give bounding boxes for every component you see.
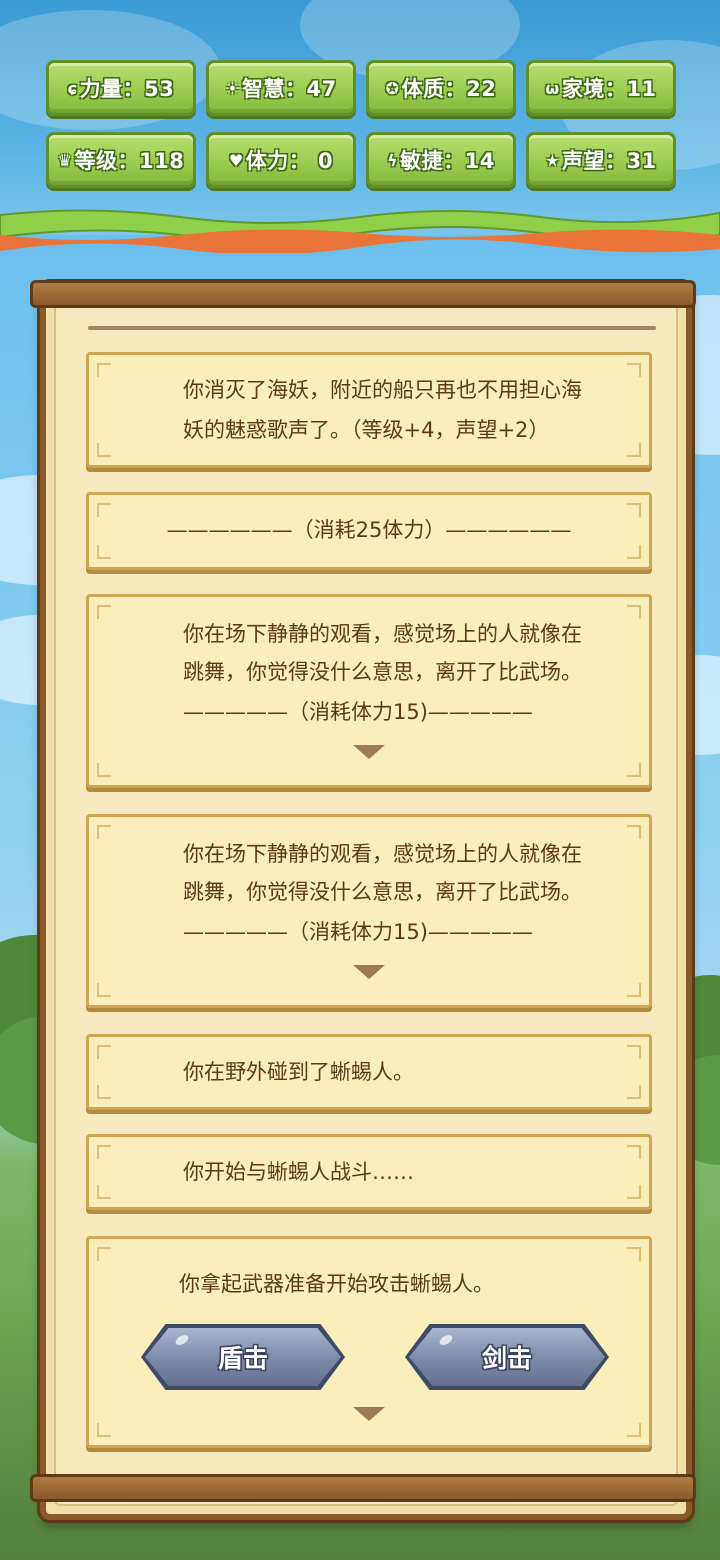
lightning-icon: ϟ	[387, 150, 399, 170]
stat-family: ω 家境：11	[526, 60, 676, 116]
stat-reputation-label: 声望：31	[562, 149, 657, 173]
ornament	[97, 825, 111, 839]
log-text: ——————（消耗25体力）——————	[166, 518, 572, 542]
expand-arrow-icon[interactable]	[353, 965, 385, 979]
ornament	[627, 363, 641, 377]
stat-stamina: ♥ 体力： 0	[206, 132, 356, 188]
sun-icon: ☀	[225, 78, 241, 98]
stat-level: ♛ 等级：118	[46, 132, 196, 188]
ornament	[97, 1247, 111, 1261]
refresh-icon: ✪	[385, 78, 400, 98]
stat-strength: ɕ 力量：53	[46, 60, 196, 116]
ornament	[627, 605, 641, 619]
ornament	[627, 763, 641, 777]
log-entry[interactable]: 你在场下静静的观看，感觉场上的人就像在 跳舞，你觉得没什么意思，离开了比武场。 …	[86, 594, 652, 788]
log-text: 妖的魅惑歌声了。（等级+4，声望+2）	[183, 418, 550, 442]
ornament	[97, 443, 111, 457]
ornament	[97, 1045, 111, 1059]
ornament	[627, 1045, 641, 1059]
ornament	[97, 1145, 111, 1159]
stat-wisdom-label: 智慧：47	[242, 77, 337, 101]
log-entry: 你在野外碰到了蜥蜴人。	[86, 1034, 652, 1110]
stat-agility-label: 敏捷：14	[400, 149, 495, 173]
strength-icon: ɕ	[67, 78, 78, 98]
stat-agility: ϟ 敏捷：14	[366, 132, 516, 188]
ornament	[627, 825, 641, 839]
stat-stamina-label: 体力： 0	[245, 149, 334, 173]
sword-attack-label: 剑击	[481, 1344, 532, 1373]
expand-arrow-icon[interactable]	[353, 745, 385, 759]
stat-level-label: 等级：118	[74, 149, 185, 173]
expand-arrow-icon[interactable]	[353, 1407, 385, 1421]
ornament	[627, 1423, 641, 1437]
grass-border	[0, 209, 720, 253]
heart-icon: ♥	[228, 150, 244, 170]
log-text: —————（消耗体力15)—————	[183, 700, 533, 724]
log-text: 你开始与蜥蜴人战斗……	[183, 1160, 414, 1184]
ornament	[627, 1185, 641, 1199]
ornament	[97, 363, 111, 377]
stat-constitution: ✪ 体质：22	[366, 60, 516, 116]
log-text: 你在场下静静的观看，感觉场上的人就像在	[183, 622, 582, 646]
shine-highlight	[173, 1333, 191, 1347]
ornament	[627, 1085, 641, 1099]
scroll-rod-bottom	[30, 1474, 696, 1502]
log-text: 你在野外碰到了蜥蜴人。	[183, 1060, 414, 1084]
ornament	[97, 1185, 111, 1199]
ornament	[627, 1145, 641, 1159]
family-icon: ω	[545, 78, 560, 98]
log-entry: 你开始与蜥蜴人战斗……	[86, 1134, 652, 1210]
ornament	[97, 605, 111, 619]
log-text: 你消灭了海妖，附近的船只再也不用担心海	[183, 378, 582, 402]
ornament	[627, 443, 641, 457]
star-icon: ★	[545, 150, 561, 170]
ornament	[97, 1085, 111, 1099]
ornament	[97, 1423, 111, 1437]
log-text: 你在场下静静的观看，感觉场上的人就像在	[183, 842, 582, 866]
log-text: 你拿起武器准备开始攻击蜥蜴人。	[179, 1272, 494, 1296]
sky-background-top	[0, 0, 720, 235]
divider	[88, 326, 656, 330]
sword-attack-button[interactable]: 剑击	[409, 1328, 605, 1386]
shine-highlight	[437, 1333, 455, 1347]
log-entry: 你消灭了海妖，附近的船只再也不用担心海 妖的魅惑歌声了。（等级+4，声望+2）	[86, 352, 652, 468]
ornament	[97, 983, 111, 997]
shield-attack-label: 盾击	[217, 1344, 268, 1373]
log-entry: ——————（消耗25体力）——————	[86, 492, 652, 570]
stat-wisdom: ☀ 智慧：47	[206, 60, 356, 116]
log-text: 跳舞，你觉得没什么意思，离开了比武场。	[183, 880, 582, 904]
log-entry[interactable]: 你在场下静静的观看，感觉场上的人就像在 跳舞，你觉得没什么意思，离开了比武场。 …	[86, 814, 652, 1008]
ornament	[97, 763, 111, 777]
stat-reputation: ★ 声望：31	[526, 132, 676, 188]
scroll-rod-top	[30, 280, 696, 308]
log-text: —————（消耗体力15)—————	[183, 920, 533, 944]
crown-icon: ♛	[57, 150, 73, 170]
stat-constitution-label: 体质：22	[401, 77, 497, 101]
ornament	[627, 1247, 641, 1261]
shield-attack-button[interactable]: 盾击	[145, 1328, 341, 1386]
stat-family-label: 家境：11	[561, 77, 657, 101]
ornament	[627, 983, 641, 997]
stat-strength-label: 力量：53	[79, 77, 175, 101]
log-text: 跳舞，你觉得没什么意思，离开了比武场。	[183, 660, 582, 684]
